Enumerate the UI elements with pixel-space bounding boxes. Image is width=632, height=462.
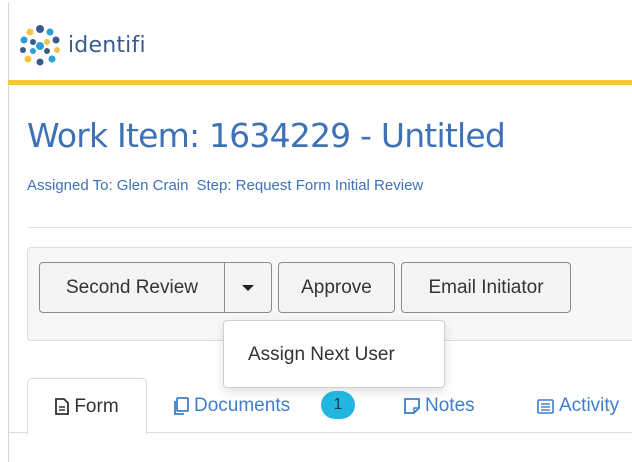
second-review-dropdown-toggle[interactable] [224, 262, 272, 313]
second-review-button[interactable]: Second Review [39, 262, 225, 313]
page-title: Work Item: 1634229 - Untitled [27, 116, 506, 155]
caret-down-icon [242, 284, 254, 291]
logo[interactable]: identifi [18, 18, 146, 72]
tab-form[interactable]: Form [27, 378, 147, 434]
work-item-meta: Assigned To: Glen Crain Step: Request For… [27, 177, 431, 194]
tab-documents[interactable]: Documents [172, 378, 290, 434]
copy-icon [172, 397, 189, 415]
header-accent-bar [8, 80, 632, 85]
assigned-to-text: Assigned To: Glen Crain [27, 177, 189, 194]
divider [27, 227, 632, 228]
menu-item-assign-next-user[interactable]: Assign Next User [248, 344, 395, 366]
tab-form-label: Form [74, 395, 119, 417]
tab-notes-label: Notes [425, 395, 475, 416]
documents-count-badge: 1 [321, 391, 355, 419]
tab-activity[interactable]: Activity [537, 378, 619, 434]
approve-button[interactable]: Approve [278, 262, 395, 313]
note-icon [404, 398, 420, 414]
email-initiator-button[interactable]: Email Initiator [401, 262, 571, 313]
identifi-logo-icon [20, 25, 60, 66]
document-icon [55, 398, 70, 415]
tab-activity-label: Activity [559, 395, 620, 416]
logo-text: identifi [68, 32, 146, 58]
tab-documents-label: Documents [194, 395, 291, 416]
tab-notes[interactable]: Notes [404, 378, 475, 434]
step-text: Step: Request Form Initial Review [196, 177, 424, 194]
list-icon [537, 398, 554, 414]
